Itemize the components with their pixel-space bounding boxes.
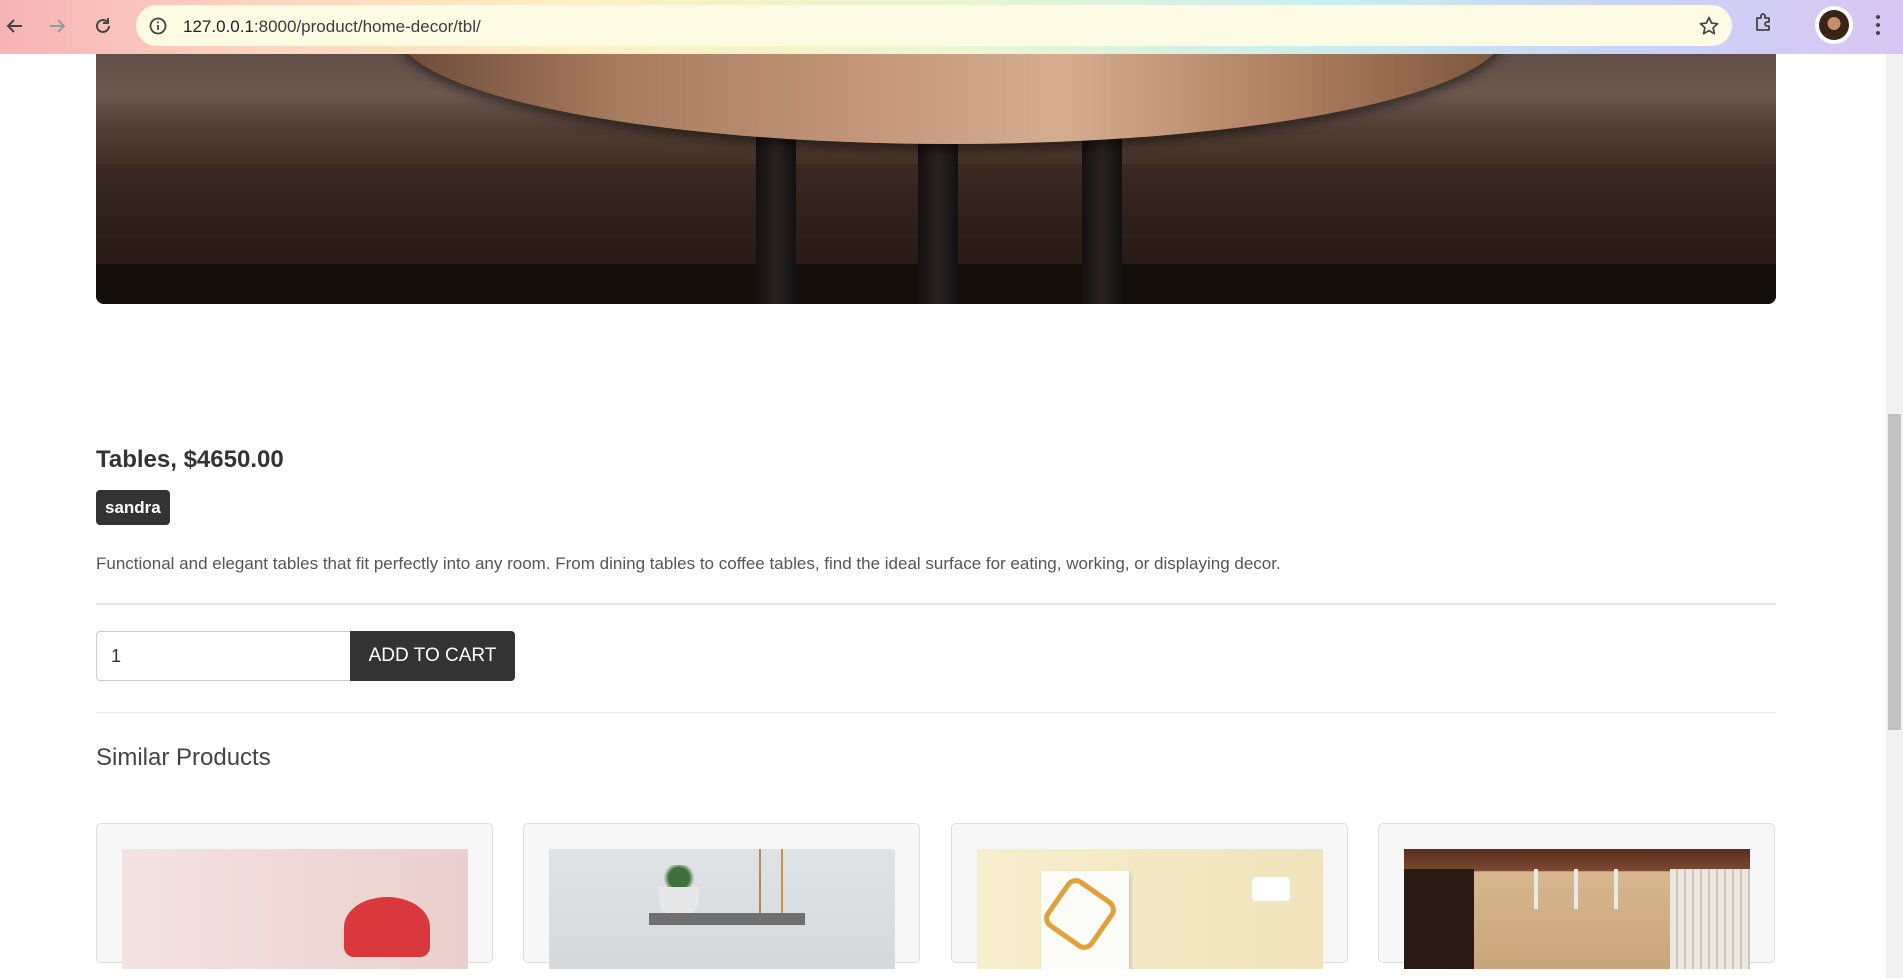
divider [96,712,1776,713]
product-thumbnail[interactable] [977,849,1323,969]
product-thumbnail[interactable] [549,849,895,969]
product-description: Functional and elegant tables that fit p… [96,554,1281,573]
similar-product-card[interactable] [951,823,1348,969]
star-icon[interactable] [1698,15,1720,42]
reload-icon [96,18,110,33]
seller-badge[interactable]: sandra [96,490,170,525]
info-icon[interactable] [148,16,168,41]
url-host: 127.0.0.1 [183,17,254,36]
forward-button[interactable] [42,11,72,41]
arrow-left-icon [6,19,22,33]
browser-toolbar: 127.0.0.1:8000/product/home-decor/tbl/ [0,0,1903,54]
address-bar[interactable]: 127.0.0.1:8000/product/home-decor/tbl/ [136,5,1732,46]
puzzle-icon[interactable] [1752,11,1776,40]
arrow-right-icon [50,19,66,33]
url-path: :8000/product/home-decor/tbl/ [253,17,481,36]
similar-products-heading: Similar Products [96,744,271,771]
reload-button[interactable] [88,11,118,41]
quantity-input[interactable] [96,631,351,681]
product-thumbnail[interactable] [1404,849,1750,969]
divider [96,603,1776,605]
product-thumbnail[interactable] [122,849,468,969]
scrollbar-thumb[interactable] [1888,414,1901,730]
back-button[interactable] [0,11,30,41]
kebab-menu-icon[interactable] [1868,12,1888,43]
profile-avatar[interactable] [1815,6,1853,44]
add-to-cart-button[interactable]: ADD TO CART [350,631,515,681]
url-text: 127.0.0.1:8000/product/home-decor/tbl/ [183,17,481,37]
product-title: Tables, $4650.00 [96,446,284,473]
vertical-scrollbar[interactable] [1886,54,1903,978]
avatar-image [1819,10,1849,40]
similar-product-card[interactable] [523,823,920,969]
similar-product-card[interactable] [1378,823,1775,969]
product-hero-image [96,54,1776,304]
similar-product-card[interactable] [96,823,493,969]
